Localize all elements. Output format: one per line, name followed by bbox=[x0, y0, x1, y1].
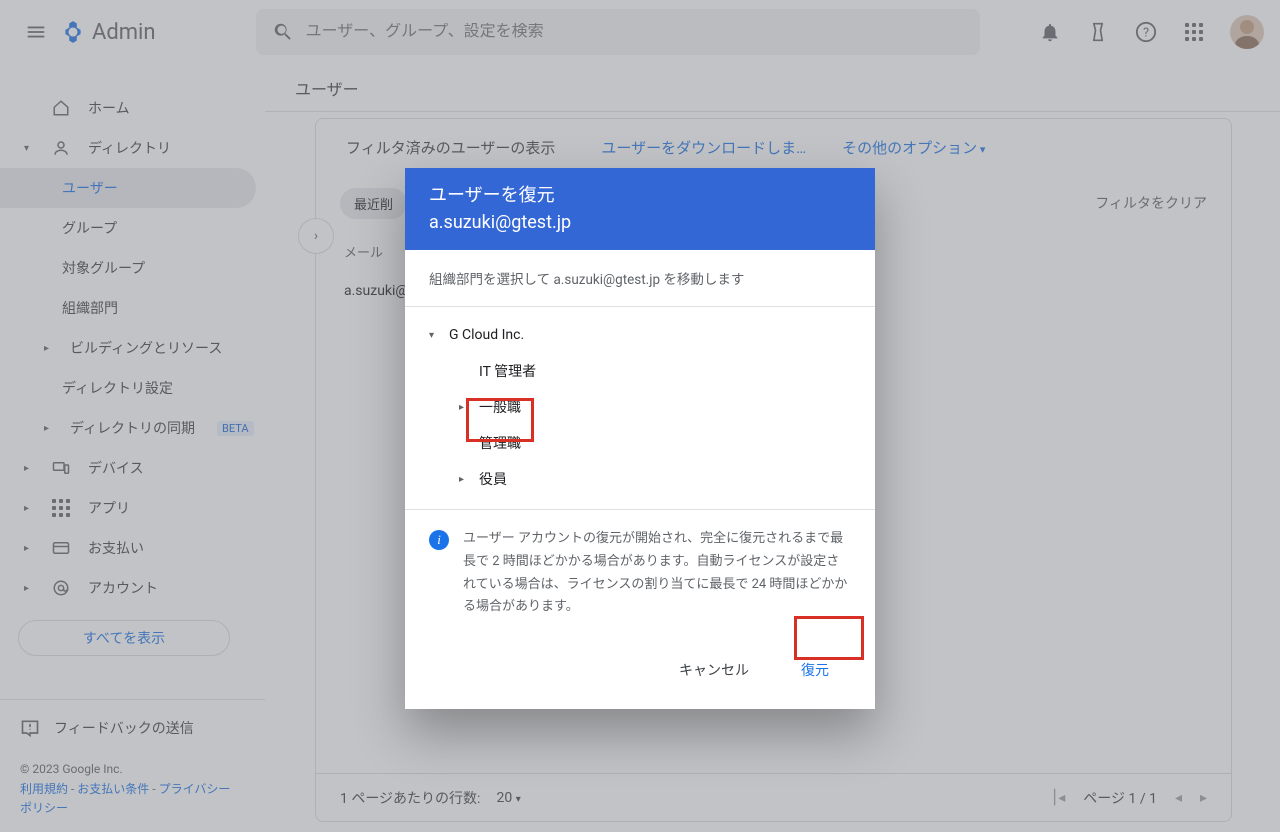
chevron-right-icon: ▸ bbox=[459, 474, 479, 485]
dialog-title: ユーザーを復元 bbox=[429, 182, 851, 209]
tree-label: G Cloud Inc. bbox=[449, 327, 524, 343]
cancel-button[interactable]: キャンセル bbox=[659, 651, 769, 689]
dialog-note: ユーザー アカウントの復元が開始され、完全に復元されるまで最長で 2 時間ほどか… bbox=[463, 528, 851, 619]
dialog-subtitle: a.suzuki@gtest.jp bbox=[429, 209, 851, 236]
tree-item-it[interactable]: IT 管理者 bbox=[405, 353, 875, 389]
restore-user-dialog: ユーザーを復元 a.suzuki@gtest.jp 組織部門を選択して a.su… bbox=[405, 168, 875, 709]
tree-label: IT 管理者 bbox=[479, 361, 536, 381]
tree-label: 一般職 bbox=[479, 397, 521, 417]
chevron-right-icon: ▸ bbox=[459, 402, 479, 413]
dialog-hint: 組織部門を選択して a.suzuki@gtest.jp を移動します bbox=[405, 250, 875, 306]
restore-button[interactable]: 復元 bbox=[781, 651, 849, 689]
tree-label: 役員 bbox=[479, 469, 507, 489]
tree-item-root[interactable]: ▾ G Cloud Inc. bbox=[405, 317, 875, 353]
tree-item-exec[interactable]: ▸ 役員 bbox=[405, 461, 875, 497]
tree-item-manager[interactable]: 管理職 bbox=[405, 425, 875, 461]
chevron-down-icon: ▾ bbox=[429, 330, 449, 341]
tree-item-general[interactable]: ▸ 一般職 bbox=[405, 389, 875, 425]
org-unit-tree: ▾ G Cloud Inc. IT 管理者 ▸ 一般職 管理職 ▸ 役員 bbox=[405, 306, 875, 509]
info-icon: i bbox=[429, 530, 449, 550]
tree-label: 管理職 bbox=[479, 433, 521, 453]
